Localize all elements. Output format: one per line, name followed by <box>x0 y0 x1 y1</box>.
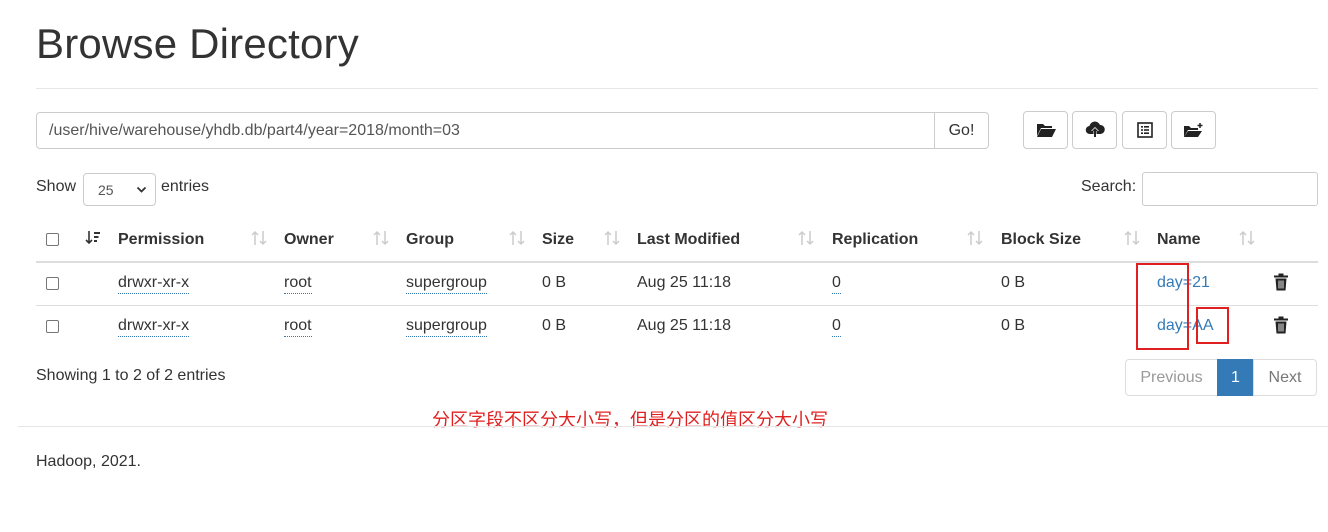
pagination: Previous 1 Next <box>1125 359 1317 396</box>
create-directory-button[interactable] <box>1171 111 1216 149</box>
show-label: Show <box>36 178 77 195</box>
group-cell[interactable]: supergroup <box>406 317 487 337</box>
sort-icon[interactable] <box>604 229 620 247</box>
cloud-upload-icon <box>1085 121 1105 137</box>
row-divider <box>36 305 1318 306</box>
footer-text: Hadoop, 2021. <box>36 453 141 470</box>
chevron-down-icon <box>136 186 147 193</box>
entries-select-value: 25 <box>98 181 114 198</box>
row-checkbox[interactable] <box>46 277 59 290</box>
replication-cell[interactable]: 0 <box>832 317 841 337</box>
group-cell[interactable]: supergroup <box>406 274 487 294</box>
entries-label: entries <box>161 178 210 195</box>
permission-cell[interactable]: drwxr-xr-x <box>118 317 190 337</box>
block-size-cell: 0 B <box>1001 317 1026 334</box>
last-modified-cell: Aug 25 11:18 <box>637 274 732 291</box>
column-header-name[interactable]: Name <box>1157 231 1201 249</box>
column-header-group[interactable]: Group <box>406 231 454 249</box>
annotation-box-partition-key <box>1136 263 1189 350</box>
permission-cell[interactable]: drwxr-xr-x <box>118 274 190 294</box>
select-all-checkbox[interactable] <box>46 233 59 246</box>
sort-icon[interactable] <box>373 229 389 247</box>
trash-icon[interactable] <box>1273 316 1289 334</box>
sort-icon[interactable] <box>251 229 267 247</box>
row-checkbox[interactable] <box>46 320 59 333</box>
search-label: Search: <box>1081 178 1137 195</box>
annotation-text: 分区字段不区分大小写，但是分区的值区分大小写 <box>432 410 828 430</box>
column-header-owner[interactable]: Owner <box>284 231 334 249</box>
previous-page-button[interactable]: Previous <box>1125 359 1218 396</box>
new-folder-icon <box>1183 123 1202 137</box>
sort-icon[interactable] <box>509 229 525 247</box>
browse-folder-button[interactable] <box>1023 111 1068 149</box>
page-1-button[interactable]: 1 <box>1217 359 1254 396</box>
sort-icon[interactable] <box>1124 229 1140 247</box>
sort-icon[interactable] <box>967 229 983 247</box>
trash-icon[interactable] <box>1273 273 1289 291</box>
folder-open-icon <box>1036 124 1056 137</box>
block-size-cell: 0 B <box>1001 274 1026 291</box>
annotation-box-partition-value <box>1196 307 1229 344</box>
sort-icon[interactable] <box>1239 229 1255 247</box>
go-button[interactable]: Go! <box>934 112 989 149</box>
column-header-permission[interactable]: Permission <box>118 231 204 249</box>
cut-paste-button[interactable] <box>1122 111 1167 149</box>
showing-entries-info: Showing 1 to 2 of 2 entries <box>36 367 226 384</box>
column-header-size[interactable]: Size <box>542 231 574 249</box>
next-page-button[interactable]: Next <box>1253 359 1317 396</box>
owner-cell[interactable]: root <box>284 317 312 337</box>
table-header-divider <box>36 261 1318 263</box>
footer-divider <box>18 426 1328 427</box>
upload-button[interactable] <box>1072 111 1117 149</box>
column-header-last-modified[interactable]: Last Modified <box>637 231 740 249</box>
column-header-block-size[interactable]: Block Size <box>1001 231 1081 249</box>
page-title: Browse Directory <box>36 20 359 67</box>
size-cell: 0 B <box>542 274 567 291</box>
size-cell: 0 B <box>542 317 567 334</box>
path-input[interactable] <box>36 112 935 149</box>
top-divider <box>36 88 1318 89</box>
owner-cell[interactable]: root <box>284 274 312 294</box>
entries-select[interactable]: 25 <box>83 173 156 206</box>
replication-cell[interactable]: 0 <box>832 274 841 294</box>
search-input[interactable] <box>1142 172 1318 206</box>
sort-desc-icon[interactable] <box>85 229 101 247</box>
column-header-replication[interactable]: Replication <box>832 231 918 249</box>
sort-icon[interactable] <box>798 229 814 247</box>
last-modified-cell: Aug 25 11:18 <box>637 317 732 334</box>
list-alt-icon <box>1136 122 1153 138</box>
name-value: 21 <box>1192 274 1210 291</box>
